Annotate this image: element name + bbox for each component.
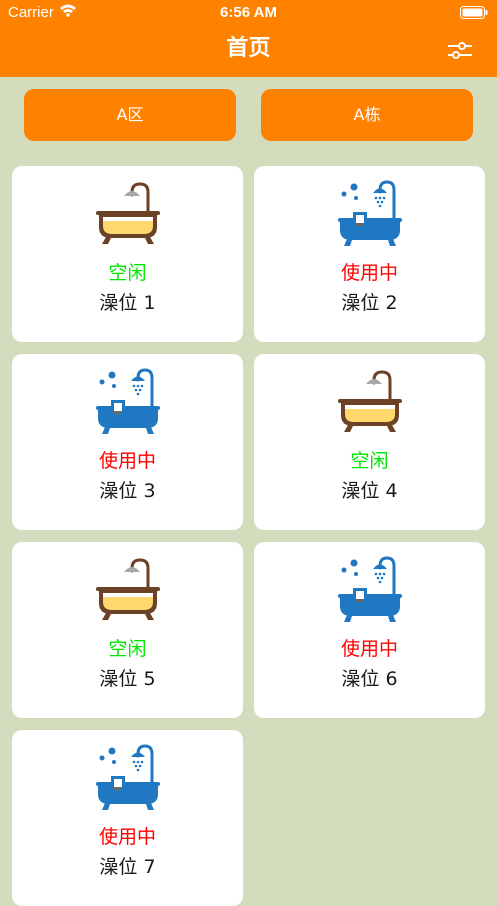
stall-label: 澡位 1 (99, 292, 156, 314)
stall-label: 澡位 4 (341, 480, 398, 502)
stall-label: 澡位 6 (341, 668, 398, 690)
empty-bathtub-icon (94, 180, 162, 248)
bathtub-shower-icon (94, 744, 162, 812)
stall-label: 澡位 3 (99, 480, 156, 502)
stall-card[interactable]: 空闲澡位 5 (12, 542, 243, 718)
bathtub-shower-icon (336, 180, 404, 248)
stall-card[interactable]: 使用中澡位 3 (12, 354, 243, 530)
stall-card[interactable]: 使用中澡位 6 (254, 542, 485, 718)
empty-bathtub-icon (94, 556, 162, 624)
stall-label: 澡位 7 (99, 856, 156, 878)
bathtub-shower-icon (94, 368, 162, 436)
stall-status: 使用中 (340, 262, 398, 284)
stall-grid: 空闲 澡位 1 使用中 澡位 2 使用中 澡位 3 空闲 澡位 4 空闲 澡位 … (0, 0, 497, 906)
bathtub-shower-icon (336, 556, 404, 624)
stall-status: 空闲 (350, 450, 389, 472)
stall-label: 澡位 5 (99, 668, 156, 690)
empty-bathtub-icon (336, 368, 404, 436)
stall-card[interactable]: 使用中澡位 2 (254, 166, 485, 342)
stall-label: 澡位 2 (341, 292, 398, 314)
stall-status: 使用中 (98, 450, 156, 472)
stall-status: 空闲 (108, 262, 147, 284)
stall-status: 使用中 (98, 826, 156, 848)
stall-status: 使用中 (340, 638, 398, 660)
stall-card[interactable]: 使用中澡位 7 (12, 730, 243, 906)
stall-card[interactable]: 空闲澡位 4 (254, 354, 485, 530)
stall-card[interactable]: 空闲澡位 1 (12, 166, 243, 342)
stall-status: 空闲 (108, 638, 147, 660)
